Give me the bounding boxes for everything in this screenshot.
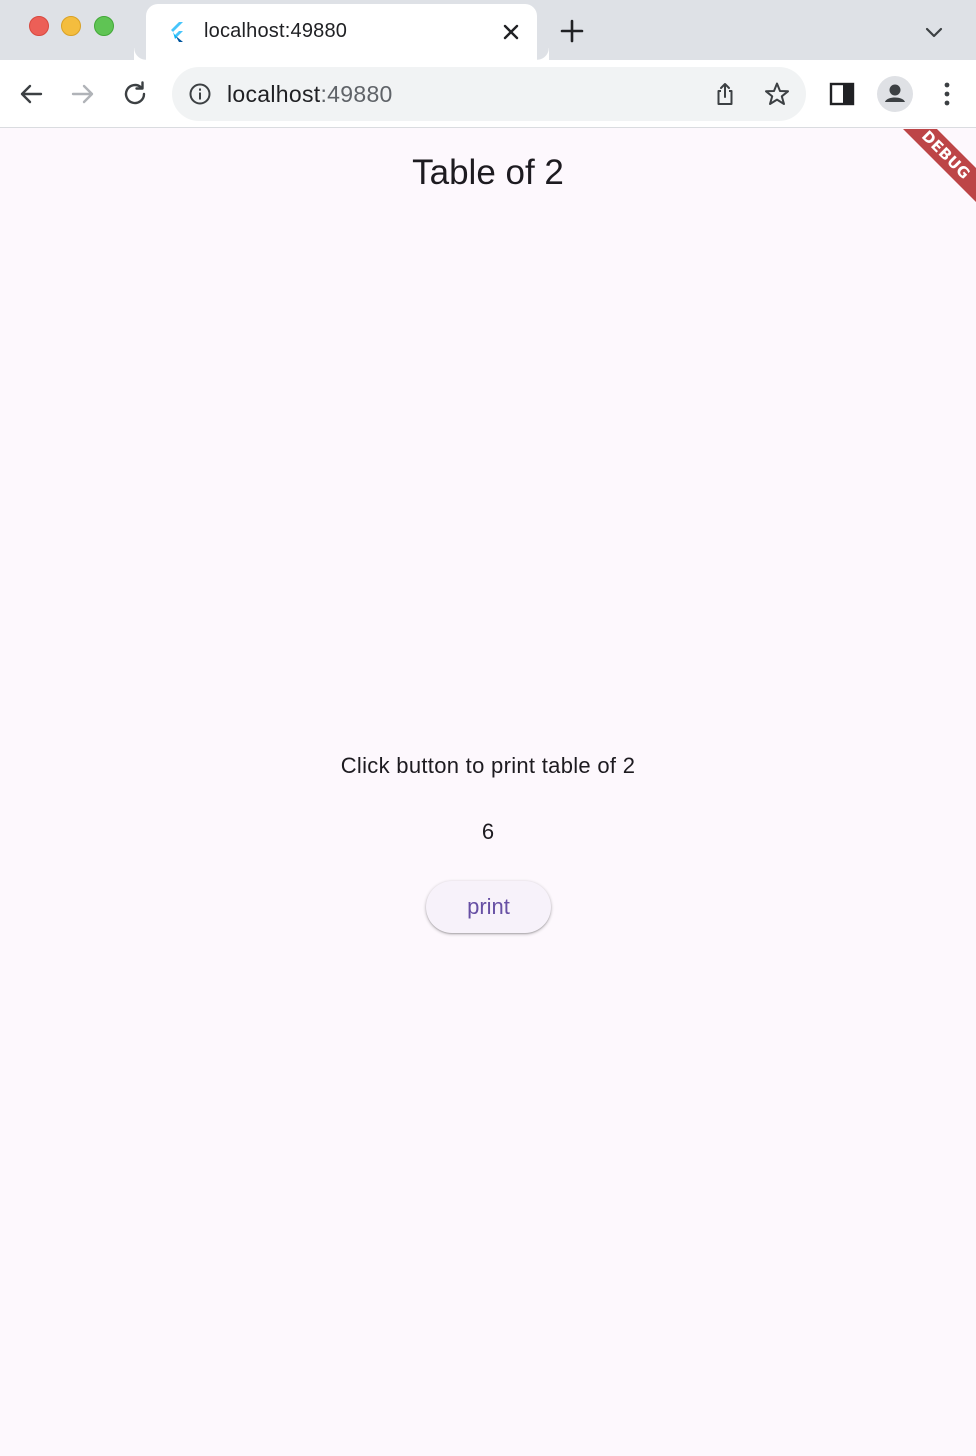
tab-title: localhost:49880 — [204, 20, 348, 42]
print-button[interactable]: print — [426, 881, 551, 933]
close-tab-icon[interactable] — [499, 20, 523, 44]
more-menu-icon[interactable] — [931, 78, 963, 110]
side-panel-icon[interactable] — [826, 78, 858, 110]
chevron-down-icon[interactable] — [922, 20, 946, 44]
share-icon[interactable] — [712, 81, 738, 107]
flutter-icon — [171, 22, 183, 42]
profile-avatar-icon[interactable] — [877, 76, 913, 112]
url-port: :49880 — [320, 81, 393, 107]
result-value: 6 — [481, 819, 495, 844]
bookmark-star-icon[interactable] — [764, 81, 790, 107]
app-title: Table of 2 — [412, 153, 564, 192]
maximize-window-button[interactable] — [94, 16, 114, 36]
forward-arrow-icon[interactable] — [67, 78, 99, 110]
url-host: localhost — [227, 81, 321, 107]
new-tab-icon[interactable] — [558, 17, 586, 45]
reload-icon[interactable] — [119, 78, 151, 110]
address-bar[interactable]: localhost:49880 — [172, 67, 806, 121]
browser-toolbar: localhost:49880 — [0, 60, 976, 128]
back-arrow-icon[interactable] — [15, 78, 47, 110]
url-text[interactable]: localhost:49880 — [227, 81, 393, 108]
page-viewport: Table of 2 Click button to print table o… — [0, 129, 976, 1456]
instruction-text: Click button to print table of 2 — [340, 753, 636, 778]
site-info-icon[interactable] — [188, 82, 212, 106]
minimize-window-button[interactable] — [61, 16, 81, 36]
close-window-button[interactable] — [29, 16, 49, 36]
browser-tab[interactable]: localhost:49880 — [146, 4, 549, 60]
tab-strip: localhost:49880 — [0, 0, 976, 60]
